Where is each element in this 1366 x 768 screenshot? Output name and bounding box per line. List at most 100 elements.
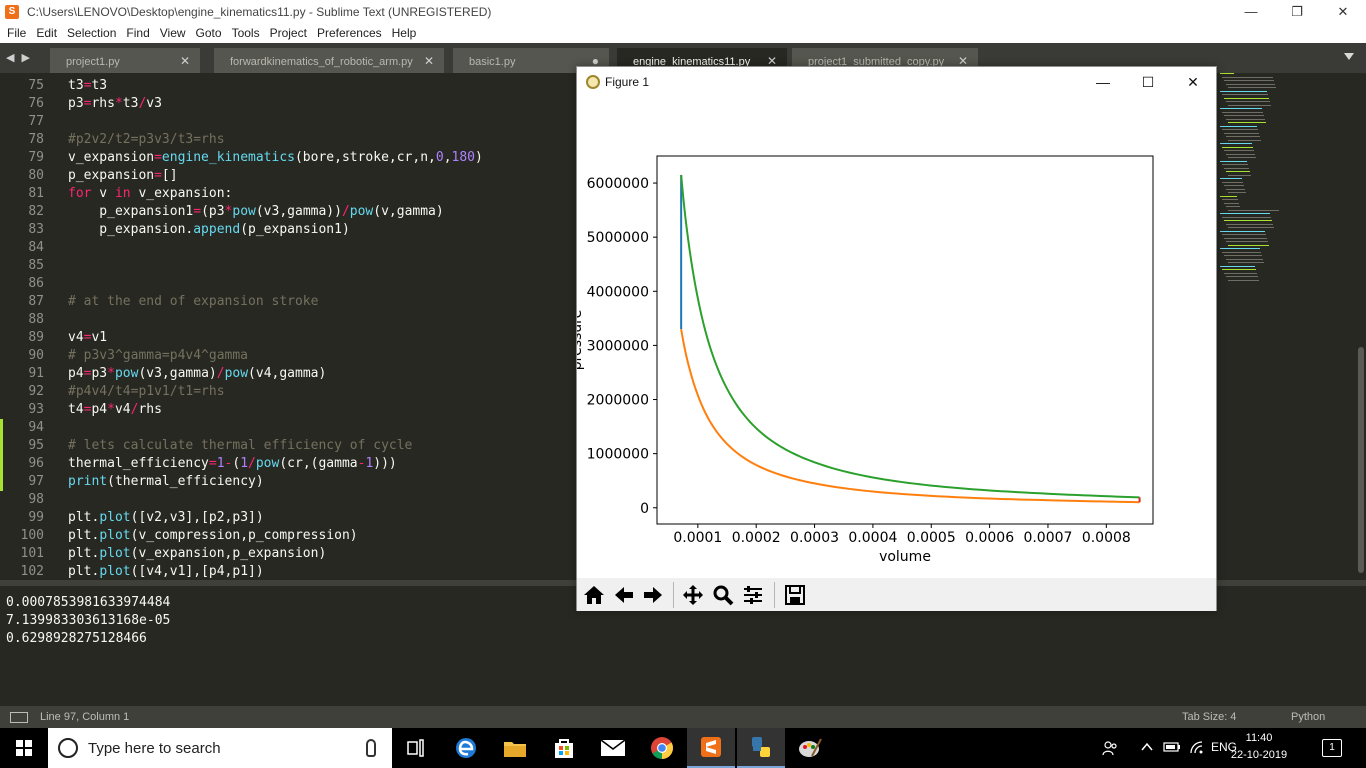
microphone-icon[interactable]	[366, 739, 376, 757]
code-line[interactable]: for v in v_expansion:	[68, 185, 483, 203]
notification-center-icon[interactable]: 1	[1322, 739, 1342, 757]
forward-icon[interactable]	[640, 582, 666, 608]
menu-project[interactable]: Project	[265, 26, 312, 40]
close-button[interactable]: ✕	[1320, 0, 1366, 23]
code-line[interactable]: p4=p3*pow(v3,gamma)/pow(v4,gamma)	[68, 365, 483, 383]
code-line[interactable]: plt.plot(v_expansion,p_expansion)	[68, 545, 483, 563]
tab-scroll-arrows-icon[interactable]: ◀ ▶	[6, 51, 32, 64]
code-token: plt.	[68, 528, 100, 543]
code-line[interactable]: v_expansion=engine_kinematics(bore,strok…	[68, 149, 483, 167]
menu-find[interactable]: Find	[121, 26, 154, 40]
zoom-icon[interactable]	[710, 582, 736, 608]
editor-scrollbar[interactable]	[1356, 73, 1366, 580]
output-line: 0.6298928275128466	[6, 631, 147, 646]
code-line[interactable]: plt.plot(v_compression,p_compression)	[68, 527, 483, 545]
figure-minimize-button[interactable]: —	[1080, 67, 1126, 97]
code-lines[interactable]: t3=t3 p3=rhs*t3/v3 #p2v2/t2=p3v3/t3=rhs v_e…	[68, 77, 483, 580]
clock[interactable]: 11:40 22-10-2019	[1226, 730, 1292, 764]
code-token: print	[68, 474, 108, 489]
code-line[interactable]	[68, 419, 483, 437]
tab-size-indicator[interactable]: Tab Size: 4	[1182, 711, 1236, 723]
figure-maximize-button[interactable]: ☐	[1125, 67, 1171, 97]
code-line[interactable]	[68, 239, 483, 257]
tab-project1[interactable]: project1.py ✕	[50, 48, 200, 73]
plot-canvas[interactable]: 0.0001 0.0002 0.0003 0.0004 0.0005 0.0006 0.00…	[569, 97, 1216, 578]
code-token: v1	[91, 330, 108, 345]
menu-view[interactable]: View	[155, 26, 191, 40]
tab-label: forwardkinematics_of_robotic_arm.py	[230, 56, 413, 68]
minimap[interactable]	[1216, 73, 1279, 288]
code-token: plot	[99, 510, 131, 525]
line-number-gutter: 75 76 77 78 79 80 81 82 83 84 85 86 87 88 89 90 91 92 93 94…	[0, 77, 52, 580]
code-line[interactable]	[68, 257, 483, 275]
code-line[interactable]: #p4v4/t4=p1v1/t1=rhs	[68, 383, 483, 401]
code-line[interactable]	[68, 491, 483, 509]
pan-icon[interactable]	[680, 582, 706, 608]
code-line[interactable]: v4=v1	[68, 329, 483, 347]
code-line[interactable]: plt.plot([v2,v3],[p2,p3])	[68, 509, 483, 527]
configure-icon[interactable]	[740, 582, 766, 608]
people-icon[interactable]	[1102, 740, 1118, 759]
code-line[interactable]: # lets calculate thermal efficiency of c…	[68, 437, 483, 455]
sublime-icon[interactable]	[687, 728, 735, 768]
line-number: 93	[28, 402, 44, 417]
tab-close-icon[interactable]: ✕	[424, 54, 434, 68]
restore-button[interactable]: ❐	[1274, 0, 1320, 23]
code-line[interactable]: # p3v3^gamma=p4v4^gamma	[68, 347, 483, 365]
scrollbar-thumb[interactable]	[1358, 347, 1364, 573]
tab-close-icon[interactable]: ✕	[180, 54, 190, 68]
chevron-up-icon[interactable]	[1140, 740, 1154, 757]
back-icon[interactable]	[611, 582, 637, 608]
code-line[interactable]: p3=rhs*t3/v3	[68, 95, 483, 113]
home-icon[interactable]	[581, 582, 607, 608]
code-line[interactable]: t4=p4*v4/rhs	[68, 401, 483, 419]
menu-preferences[interactable]: Preferences	[312, 26, 387, 40]
syntax-indicator[interactable]: Python	[1291, 711, 1325, 723]
file-explorer-icon[interactable]	[491, 728, 539, 768]
search-placeholder: Type here to search	[88, 740, 221, 757]
code-line[interactable]: print(thermal_efficiency)	[68, 473, 483, 491]
code-line[interactable]: p_expansion=[]	[68, 167, 483, 185]
code-line[interactable]: p_expansion.append(p_expansion1)	[68, 221, 483, 239]
status-bar: Line 97, Column 1 Tab Size: 4 Python	[0, 706, 1366, 728]
chrome-icon[interactable]	[638, 728, 686, 768]
code-line[interactable]	[68, 275, 483, 293]
code-line[interactable]: #p2v2/t2=p3v3/t3=rhs	[68, 131, 483, 149]
code-token: p4	[68, 366, 84, 381]
code-line[interactable]	[68, 311, 483, 329]
tab-forwardkinematics[interactable]: forwardkinematics_of_robotic_arm.py ✕	[214, 48, 444, 73]
code-line[interactable]	[68, 113, 483, 131]
start-button[interactable]	[0, 728, 48, 768]
menu-selection[interactable]: Selection	[62, 26, 121, 40]
menu-help[interactable]: Help	[387, 26, 422, 40]
y-tick-label: 1000000	[587, 447, 649, 463]
code-line[interactable]: plt.plot([v4,v1],[p4,p1])	[68, 563, 483, 580]
wifi-icon[interactable]	[1189, 740, 1205, 757]
code-line[interactable]: p_expansion1=(p3*pow(v3,gamma))/pow(v,ga…	[68, 203, 483, 221]
store-icon[interactable]	[540, 728, 588, 768]
edge-icon[interactable]	[442, 728, 490, 768]
minimize-button[interactable]: —	[1228, 0, 1274, 23]
menu-goto[interactable]: Goto	[191, 26, 227, 40]
paint-icon[interactable]	[786, 728, 834, 768]
python-icon[interactable]	[737, 728, 785, 768]
menu-edit[interactable]: Edit	[31, 26, 62, 40]
taskbar-search-box[interactable]: Type here to search	[48, 728, 392, 768]
x-tick-label: 0.0001	[673, 530, 722, 546]
x-axis-label: volume	[879, 549, 931, 565]
figure-close-button[interactable]: ✕	[1170, 67, 1216, 97]
mail-icon[interactable]	[589, 728, 637, 768]
save-icon[interactable]	[782, 582, 808, 608]
menu-file[interactable]: File	[2, 26, 31, 40]
menu-tools[interactable]: Tools	[227, 26, 265, 40]
tab-list-dropdown-icon[interactable]	[1344, 53, 1354, 60]
code-line[interactable]: t3=t3	[68, 77, 483, 95]
panel-toggle-icon[interactable]	[10, 712, 28, 723]
task-view-icon[interactable]	[393, 728, 441, 768]
code-token: (v_compression,p_compression)	[130, 528, 358, 543]
battery-icon[interactable]	[1163, 740, 1181, 757]
code-line[interactable]: thermal_efficiency=1-(1/pow(cr,(gamma-1)…	[68, 455, 483, 473]
code-token: 1	[240, 456, 249, 471]
code-line[interactable]: # at the end of expansion stroke	[68, 293, 483, 311]
code-token: (p_expansion1)	[240, 222, 350, 237]
